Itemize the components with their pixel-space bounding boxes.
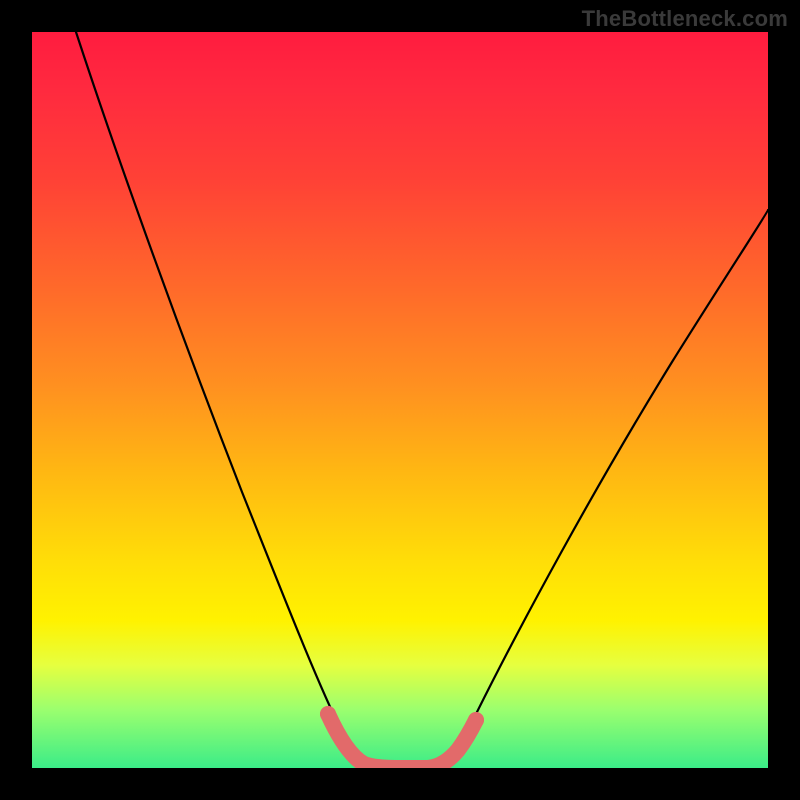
chart-frame: TheBottleneck.com [0, 0, 800, 800]
pink-dot-left [320, 706, 336, 722]
pink-highlight [328, 714, 476, 768]
curve-layer [32, 32, 768, 768]
pink-dot-right [468, 712, 484, 728]
plot-area [32, 32, 768, 768]
watermark-text: TheBottleneck.com [582, 6, 788, 32]
black-curve [76, 32, 768, 767]
